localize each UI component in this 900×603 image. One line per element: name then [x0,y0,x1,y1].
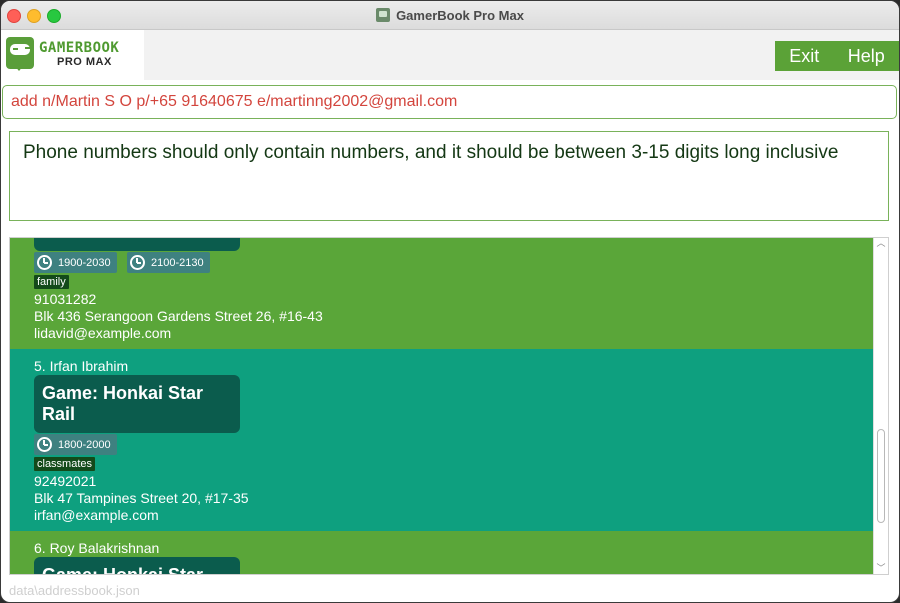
time-slot-text: 1900-2030 [58,256,111,269]
app-window: GamerBook Pro Max GAMERBOOK PRO MAX Exit… [0,0,900,603]
time-slot-chip: 1900-2030 [34,252,117,273]
help-menu[interactable]: Help [848,46,885,67]
app-icon [376,8,391,22]
game-box: Game: Honkai Star Rail [34,375,240,433]
phone-text: 91031282 [34,291,97,307]
tag-label: family [34,275,69,289]
person-name: 6. Roy Balakrishnan [34,540,160,556]
time-slot-chip: 1800-2000 [34,434,117,455]
person-card[interactable]: 6. Roy Balakrishnan Game: Honkai Star Ra… [10,531,875,575]
person-list-panel: 1900-2030 2100-2130 family 91031282 Blk … [9,237,889,575]
command-input[interactable] [11,93,881,111]
window-title: GamerBook Pro Max [396,7,524,23]
clock-icon [37,437,52,452]
tag-label: classmates [34,457,96,471]
email-text: lidavid@example.com [34,325,172,341]
menu-buttons: Exit Help [775,41,899,71]
title-bar: GamerBook Pro Max [1,1,899,30]
time-slot-chip: 2100-2130 [127,252,210,273]
person-list[interactable]: 1900-2030 2100-2130 family 91031282 Blk … [10,238,875,575]
status-bar-path: data\addressbook.json [9,583,140,598]
person-name: 5. Irfan Ibrahim [34,358,129,374]
command-box [2,85,897,119]
phone-text: 92492021 [34,473,97,489]
game-text: Game: Honkai Star Rail [42,565,204,575]
result-message: Phone numbers should only contain number… [23,142,839,163]
clock-icon [37,255,52,270]
time-slot-text: 1800-2000 [58,438,111,451]
person-card[interactable]: 1900-2030 2100-2130 family 91031282 Blk … [10,238,875,349]
logo-title: GAMERBOOK [39,40,120,56]
scroll-up-icon[interactable]: ︿ [876,239,886,248]
address-text: Blk 436 Serangoon Gardens Street 26, #16… [34,308,323,324]
time-slot-text: 2100-2130 [151,256,204,269]
clock-icon [130,255,145,270]
exit-menu[interactable]: Exit [789,46,819,67]
logo-subtitle: PRO MAX [57,56,112,68]
app-logo: GAMERBOOK PRO MAX [1,30,144,80]
menu-bar: GAMERBOOK PRO MAX Exit Help [1,30,899,80]
game-box [34,238,240,251]
scroll-down-icon[interactable]: ﹀ [876,564,886,573]
address-text: Blk 47 Tampines Street 20, #17-35 [34,490,249,506]
game-text: Game: Honkai Star Rail [42,383,204,424]
result-display: Phone numbers should only contain number… [9,131,889,221]
scroll-thumb[interactable] [877,429,885,523]
person-card[interactable]: 5. Irfan Ibrahim Game: Honkai Star Rail … [10,349,875,531]
list-scrollbar[interactable]: ︿ ﹀ [873,238,888,574]
game-box: Game: Honkai Star Rail [34,557,240,575]
gamepad-chat-icon [6,37,34,71]
email-text: irfan@example.com [34,507,159,523]
